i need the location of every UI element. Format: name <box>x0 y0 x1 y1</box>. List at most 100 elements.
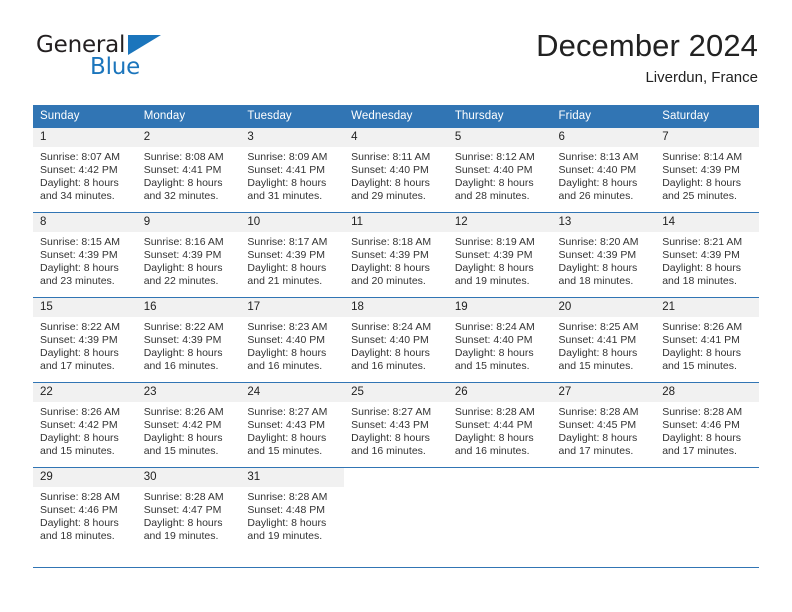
day-cell[interactable]: 5 Sunrise: 8:12 AM Sunset: 4:40 PM Daylight… <box>447 127 552 213</box>
day-cell[interactable]: 4 Sunrise: 8:11 AM Sunset: 4:40 PM Daylight… <box>344 127 448 213</box>
daylight-text-line1: Daylight: 8 hours <box>143 261 223 274</box>
sunrise-text: Sunrise: 8:16 AM <box>143 236 224 248</box>
day-cell[interactable]: 18 Sunrise: 8:24 AM Sunset: 4:40 PM Dayligh… <box>344 297 448 383</box>
day-details: Sunrise: 8:20 AM Sunset: 4:39 PM Daylight:… <box>552 232 656 288</box>
day-number: 11 <box>344 213 448 232</box>
day-details: Sunrise: 8:26 AM Sunset: 4:41 PM Daylight:… <box>655 317 759 373</box>
daylight-text-line1: Daylight: 8 hours <box>143 176 223 189</box>
day-cell[interactable]: 11 Sunrise: 8:18 AM Sunset: 4:39 PM Dayligh… <box>344 212 448 298</box>
day-cell[interactable]: 3 Sunrise: 8:09 AM Sunset: 4:41 PM Daylight… <box>240 127 345 213</box>
day-cell[interactable]: 27 Sunrise: 8:28 AM Sunset: 4:45 PM Dayligh… <box>551 382 656 468</box>
day-cell[interactable]: 8 Sunrise: 8:15 AM Sunset: 4:39 PM Daylight… <box>33 212 137 298</box>
sunset-text: Sunset: 4:40 PM <box>454 333 533 346</box>
daylight-text-line2: and 16 minutes. <box>454 444 530 457</box>
daylight-text-line1: Daylight: 8 hours <box>454 176 534 189</box>
sunrise-text: Sunrise: 8:27 AM <box>247 406 328 418</box>
daylight-text-line2: and 34 minutes. <box>40 189 115 202</box>
daylight-text-line1: Daylight: 8 hours <box>662 431 742 444</box>
daylight-text-line2: and 18 minutes. <box>558 274 634 287</box>
day-cell[interactable]: 20 Sunrise: 8:25 AM Sunset: 4:41 PM Dayligh… <box>551 297 656 383</box>
daylight-text-line2: and 17 minutes. <box>40 359 115 372</box>
day-number <box>551 468 656 487</box>
daylight-text-line2: and 31 minutes. <box>247 189 323 202</box>
sunrise-text: Sunrise: 8:24 AM <box>351 321 432 333</box>
day-details: Sunrise: 8:27 AM Sunset: 4:43 PM Daylight:… <box>240 402 344 458</box>
day-cell[interactable]: 12 Sunrise: 8:19 AM Sunset: 4:39 PM Dayligh… <box>447 212 552 298</box>
daylight-text-line1: Daylight: 8 hours <box>351 261 430 274</box>
day-details: Sunrise: 8:14 AM Sunset: 4:39 PM Daylight:… <box>655 147 759 203</box>
day-number: 1 <box>33 128 137 147</box>
daylight-text-line1: Daylight: 8 hours <box>40 261 119 274</box>
day-number <box>344 468 448 487</box>
daylight-text-line1: Daylight: 8 hours <box>143 346 223 359</box>
daylight-text-line2: and 15 minutes. <box>247 444 323 457</box>
day-cell[interactable]: 26 Sunrise: 8:28 AM Sunset: 4:44 PM Dayligh… <box>447 382 552 468</box>
day-details: Sunrise: 8:08 AM Sunset: 4:41 PM Daylight:… <box>137 147 241 203</box>
sunset-text: Sunset: 4:39 PM <box>662 163 740 176</box>
sunrise-text: Sunrise: 8:12 AM <box>454 151 535 163</box>
day-number: 18 <box>344 298 448 317</box>
sunset-text: Sunset: 4:39 PM <box>558 248 637 261</box>
day-cell[interactable]: 31 Sunrise: 8:28 AM Sunset: 4:48 PM Dayligh… <box>240 467 345 552</box>
day-cell[interactable]: 22 Sunrise: 8:26 AM Sunset: 4:42 PM Dayligh… <box>33 382 137 468</box>
day-number: 3 <box>240 128 345 147</box>
day-details: Sunrise: 8:16 AM Sunset: 4:39 PM Daylight:… <box>137 232 241 288</box>
day-number: 16 <box>136 298 241 317</box>
day-cell[interactable]: 10 Sunrise: 8:17 AM Sunset: 4:39 PM Dayligh… <box>240 212 345 298</box>
day-details: Sunrise: 8:27 AM Sunset: 4:43 PM Daylight:… <box>344 402 448 458</box>
sunrise-text: Sunrise: 8:18 AM <box>351 236 432 248</box>
daylight-text-line1: Daylight: 8 hours <box>662 346 742 359</box>
daylight-text-line2: and 23 minutes. <box>40 274 115 287</box>
day-cell[interactable]: 7 Sunrise: 8:14 AM Sunset: 4:39 PM Daylight… <box>655 127 759 213</box>
day-details: Sunrise: 8:22 AM Sunset: 4:39 PM Daylight:… <box>33 317 137 373</box>
sunrise-text: Sunrise: 8:22 AM <box>40 321 120 333</box>
daylight-text-line2: and 17 minutes. <box>662 444 737 457</box>
day-number: 20 <box>551 298 656 317</box>
day-cell[interactable]: 21 Sunrise: 8:26 AM Sunset: 4:41 PM Dayligh… <box>655 297 759 383</box>
day-cell[interactable]: 29 Sunrise: 8:28 AM Sunset: 4:46 PM Dayligh… <box>33 467 137 552</box>
week-row: 1 Sunrise: 8:07 AM Sunset: 4:42 PM Daylight… <box>33 127 759 213</box>
day-cell[interactable]: 2 Sunrise: 8:08 AM Sunset: 4:41 PM Daylight… <box>136 127 241 213</box>
daylight-text-line1: Daylight: 8 hours <box>40 431 119 444</box>
daylight-text-line2: and 32 minutes. <box>143 189 219 202</box>
day-number: 29 <box>33 468 137 487</box>
day-details: Sunrise: 8:28 AM Sunset: 4:46 PM Daylight:… <box>655 402 759 458</box>
day-cell[interactable]: 17 Sunrise: 8:23 AM Sunset: 4:40 PM Dayligh… <box>240 297 345 383</box>
sunset-text: Sunset: 4:43 PM <box>351 418 429 431</box>
daylight-text-line1: Daylight: 8 hours <box>247 431 327 444</box>
day-cell[interactable]: 19 Sunrise: 8:24 AM Sunset: 4:40 PM Dayligh… <box>447 297 552 383</box>
generalblue-logo[interactable]: General Blue <box>33 30 243 88</box>
day-cell[interactable]: 24 Sunrise: 8:27 AM Sunset: 4:43 PM Dayligh… <box>240 382 345 468</box>
calendar-table: Sunday Monday Tuesday Wednesday Thursday Frid… <box>33 105 759 552</box>
day-cell-empty <box>551 467 656 552</box>
daylight-text-line2: and 28 minutes. <box>454 189 530 202</box>
day-cell[interactable]: 30 Sunrise: 8:28 AM Sunset: 4:47 PM Dayligh… <box>136 467 241 552</box>
day-number: 22 <box>33 383 137 402</box>
sunrise-text: Sunrise: 8:14 AM <box>662 151 743 163</box>
sunset-text: Sunset: 4:39 PM <box>454 248 533 261</box>
column-header-friday: Friday <box>551 105 656 128</box>
day-cell[interactable]: 13 Sunrise: 8:20 AM Sunset: 4:39 PM Dayligh… <box>551 212 656 298</box>
day-details: Sunrise: 8:07 AM Sunset: 4:42 PM Daylight:… <box>33 147 137 203</box>
daylight-text-line1: Daylight: 8 hours <box>40 516 119 529</box>
day-cell[interactable]: 14 Sunrise: 8:21 AM Sunset: 4:39 PM Dayligh… <box>655 212 759 298</box>
day-cell[interactable]: 23 Sunrise: 8:26 AM Sunset: 4:42 PM Dayligh… <box>136 382 241 468</box>
day-cell[interactable]: 15 Sunrise: 8:22 AM Sunset: 4:39 PM Dayligh… <box>33 297 137 383</box>
day-cell-empty <box>447 467 552 552</box>
day-cell[interactable]: 25 Sunrise: 8:27 AM Sunset: 4:43 PM Dayligh… <box>344 382 448 468</box>
daylight-text-line2: and 17 minutes. <box>558 444 634 457</box>
daylight-text-line1: Daylight: 8 hours <box>247 261 327 274</box>
sunset-text: Sunset: 4:40 PM <box>454 163 533 176</box>
sunrise-text: Sunrise: 8:25 AM <box>558 321 639 333</box>
day-cell[interactable]: 9 Sunrise: 8:16 AM Sunset: 4:39 PM Daylight… <box>136 212 241 298</box>
day-cell[interactable]: 6 Sunrise: 8:13 AM Sunset: 4:40 PM Daylight… <box>551 127 656 213</box>
daylight-text-line1: Daylight: 8 hours <box>558 431 638 444</box>
sunset-text: Sunset: 4:39 PM <box>247 248 326 261</box>
sunrise-text: Sunrise: 8:21 AM <box>662 236 743 248</box>
day-details: Sunrise: 8:12 AM Sunset: 4:40 PM Daylight:… <box>448 147 552 203</box>
day-cell[interactable]: 28 Sunrise: 8:28 AM Sunset: 4:46 PM Dayligh… <box>655 382 759 468</box>
day-cell[interactable]: 1 Sunrise: 8:07 AM Sunset: 4:42 PM Daylight… <box>33 127 137 213</box>
day-cell[interactable]: 16 Sunrise: 8:22 AM Sunset: 4:39 PM Dayligh… <box>136 297 241 383</box>
daylight-text-line1: Daylight: 8 hours <box>40 346 119 359</box>
sunrise-text: Sunrise: 8:24 AM <box>454 321 535 333</box>
